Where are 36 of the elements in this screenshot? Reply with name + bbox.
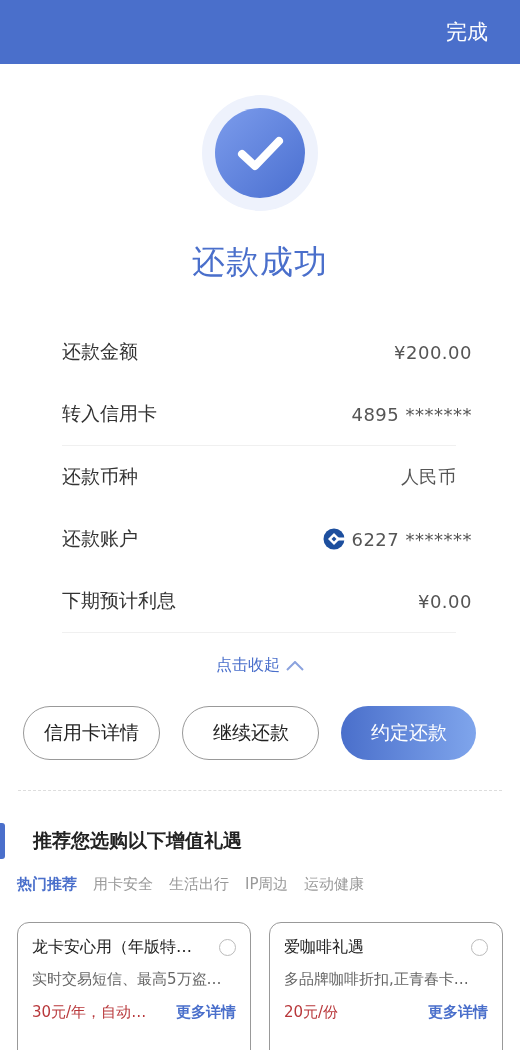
gift-title: 龙卡安心用（年版特… xyxy=(32,937,192,958)
done-button[interactable]: 完成 xyxy=(446,14,488,50)
detail-label: 还款金额 xyxy=(62,339,138,364)
more-details-link[interactable]: 更多详情 xyxy=(428,1003,488,1022)
chevron-up-icon xyxy=(286,660,304,671)
detail-value: ¥200.00 xyxy=(394,341,472,363)
gift-card[interactable]: 龙卡安心用（年版特… 实时交易短信、最高5万盗… 30元/年，自动… 更多详情 xyxy=(17,922,251,1050)
result-title: 还款成功 xyxy=(192,241,328,283)
more-details-link[interactable]: 更多详情 xyxy=(176,1003,236,1022)
gift-price: 30元/年，自动… xyxy=(32,1003,147,1022)
section-marker xyxy=(0,823,5,859)
category-tab[interactable]: 热门推荐 xyxy=(17,871,77,898)
action-button[interactable]: 信用卡详情 xyxy=(23,706,160,760)
gift-title: 爱咖啡礼遇 xyxy=(284,937,364,958)
category-tab[interactable]: 生活出行 xyxy=(169,871,229,898)
gift-card[interactable]: 爱咖啡礼遇 多品牌咖啡折扣,正青春卡… 20元/份 更多详情 xyxy=(269,922,503,1050)
detail-label: 还款币种 xyxy=(62,464,138,489)
detail-label: 还款账户 xyxy=(62,526,138,551)
collapse-link[interactable]: 点击收起 xyxy=(216,655,304,676)
detail-value: 人民币 xyxy=(400,465,456,489)
category-tab[interactable]: IP周边 xyxy=(245,871,289,898)
detail-label: 下期预计利息 xyxy=(62,588,176,613)
gift-price: 20元/份 xyxy=(284,1003,339,1022)
action-button[interactable]: 继续还款 xyxy=(182,706,319,760)
bank-logo-icon xyxy=(323,528,346,550)
detail-value: 4895 ******* xyxy=(351,403,472,425)
gift-description: 实时交易短信、最高5万盗… xyxy=(32,970,223,989)
detail-value: 6227 ******* xyxy=(351,528,472,550)
section-title: 推荐您选购以下增值礼遇 xyxy=(33,828,242,853)
detail-label: 转入信用卡 xyxy=(62,401,157,426)
category-tab[interactable]: 用卡安全 xyxy=(93,871,153,898)
success-check-icon xyxy=(201,94,319,212)
detail-value: ¥0.00 xyxy=(417,590,472,612)
action-button[interactable]: 约定还款 xyxy=(341,706,476,760)
category-tab[interactable]: 运动健康 xyxy=(304,871,365,898)
gift-description: 多品牌咖啡折扣,正青春卡… xyxy=(284,970,470,989)
